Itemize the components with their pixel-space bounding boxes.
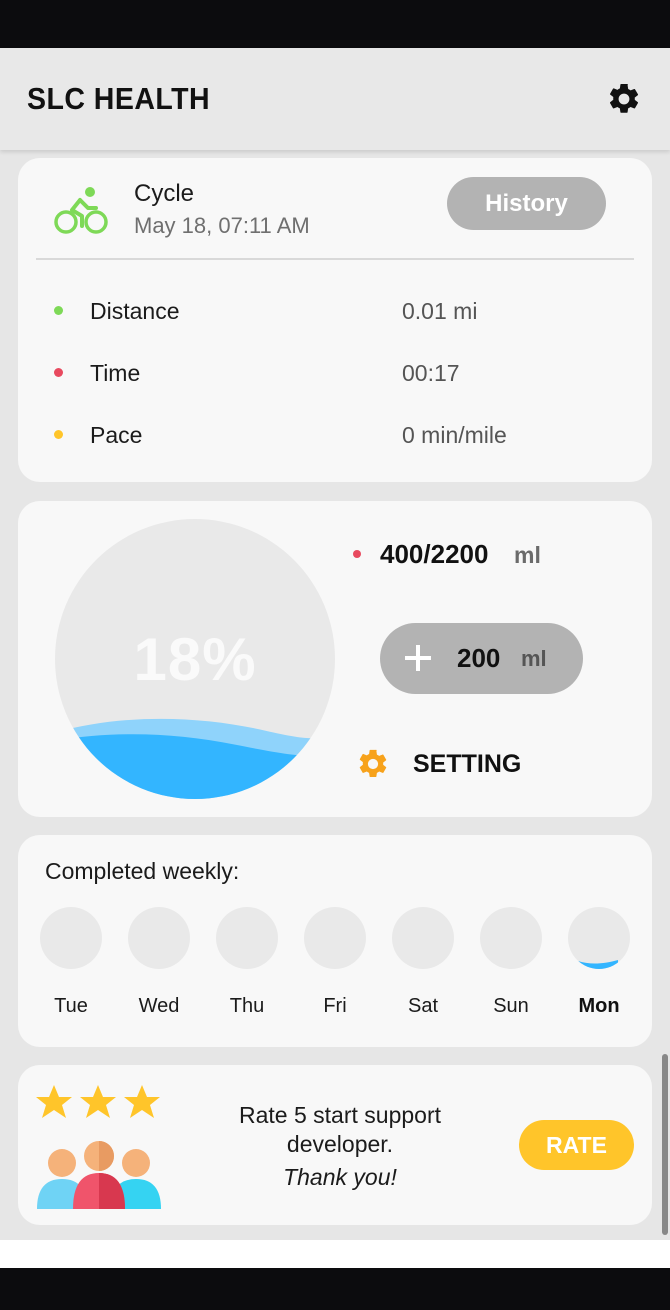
app-title: SLC HEALTH (27, 81, 211, 116)
rate-message-cont: developer. (286, 1131, 394, 1157)
weekly-card: Completed weekly: Tue Wed Thu Fri Sat Su… (18, 835, 652, 1047)
activity-card: Cycle May 18, 07:11 AM History Distance … (18, 158, 652, 482)
scrollbar-thumb[interactable] (662, 1054, 668, 1235)
rate-message: Rate 5 start support (239, 1102, 441, 1128)
day-sat: Sat (391, 907, 455, 1017)
water-progress-circle: 18% (55, 519, 335, 799)
bicycle-icon (54, 187, 108, 234)
distance-dot-icon (54, 306, 63, 315)
day-progress-circle (216, 907, 278, 969)
day-progress-wave (578, 960, 618, 969)
stat-label: Time (90, 360, 141, 386)
navigation-bar (0, 1268, 670, 1310)
water-intake: 400/2200 (380, 539, 489, 569)
day-progress-circle (40, 907, 102, 969)
day-label: Mon (578, 995, 620, 1017)
weekly-title: Completed weekly: (45, 858, 240, 884)
stars-icon (36, 1085, 160, 1118)
day-fri: Fri (303, 907, 367, 1017)
gear-icon (359, 749, 387, 778)
day-progress-circle (392, 907, 454, 969)
rate-card: Rate 5 start support developer. Thank yo… (18, 1065, 652, 1225)
bottom-spacer (0, 1240, 670, 1268)
day-sun: Sun (479, 907, 543, 1017)
stat-value: 0 min/mile (402, 422, 507, 448)
day-thu: Thu (215, 907, 279, 1017)
app-bar: SLC HEALTH (0, 48, 670, 150)
plus-icon (405, 645, 431, 671)
stat-row-distance: Distance 0.01 mi (18, 291, 652, 331)
day-progress-circle (304, 907, 366, 969)
activity-date: May 18, 07:11 AM (134, 213, 310, 238)
rate-button[interactable]: RATE (519, 1120, 634, 1170)
stat-value: 0.01 mi (402, 298, 478, 324)
stat-value: 00:17 (402, 360, 460, 386)
add-water-button[interactable]: 200 ml (380, 623, 583, 694)
day-mon: Mon (567, 907, 631, 1017)
divider (36, 258, 634, 260)
history-button[interactable]: History (447, 177, 606, 230)
time-dot-icon (54, 368, 63, 377)
water-card: 18% 400/2200 ml 200 ml SETTING (18, 501, 652, 817)
stat-label: Distance (90, 298, 180, 324)
water-unit: ml (514, 542, 541, 568)
stat-row-pace: Pace 0 min/mile (18, 415, 652, 455)
add-amount: 200 (457, 643, 501, 673)
day-progress-circle (128, 907, 190, 969)
day-progress-circle (568, 907, 630, 969)
people-icon (37, 1141, 161, 1209)
mon-wave-fill (578, 960, 618, 969)
day-tue: Tue (39, 907, 103, 1017)
add-unit: ml (521, 646, 547, 671)
activity-name: Cycle (134, 180, 195, 207)
activity-header: Cycle May 18, 07:11 AM History (18, 158, 652, 260)
water-percent: 18% (133, 625, 257, 693)
day-progress-circle (480, 907, 542, 969)
gear-icon (609, 83, 639, 113)
intake-dot-icon (353, 550, 361, 558)
setting-label: SETTING (413, 750, 522, 778)
water-setting-button[interactable]: SETTING (356, 745, 536, 785)
pace-dot-icon (54, 430, 63, 439)
settings-button[interactable] (604, 79, 644, 119)
rate-thanks: Thank you! (283, 1164, 397, 1190)
stat-label: Pace (90, 422, 143, 448)
day-wed: Wed (127, 907, 191, 1017)
status-bar (0, 0, 670, 48)
stat-row-time: Time 00:17 (18, 353, 652, 393)
